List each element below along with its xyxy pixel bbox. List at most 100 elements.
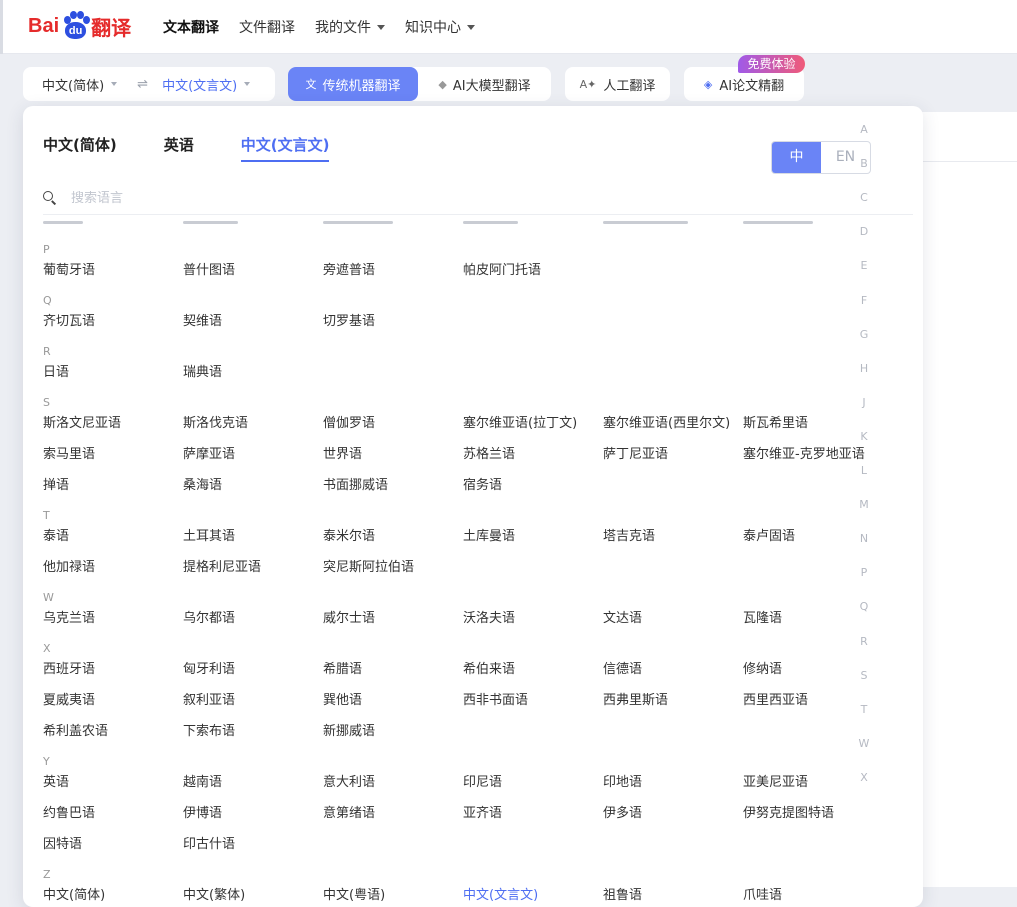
language-option[interactable]: 塞尔维亚语(拉丁文) [463,412,577,431]
language-option[interactable]: 祖鲁语 [603,884,642,903]
language-option[interactable]: 巽他语 [323,689,362,708]
human-translation-button[interactable]: A✦ 人工翻译 [565,67,670,101]
nav-item-3[interactable]: 知识中心 [405,17,475,37]
index-letter[interactable]: X [857,771,871,784]
language-option[interactable]: 西班牙语 [43,658,95,677]
swap-languages-icon[interactable]: ⇌ [137,77,148,92]
language-option[interactable]: 宿务语 [463,474,502,493]
nav-item-1[interactable]: 文件翻译 [239,17,295,37]
index-letter[interactable]: F [857,294,871,307]
recent-language-tab[interactable]: 中文(简体) [43,134,117,162]
language-option[interactable]: 突尼斯阿拉伯语 [323,556,414,575]
language-option[interactable]: 印尼语 [463,771,502,790]
language-option[interactable]: 普什图语 [183,259,235,278]
language-option[interactable]: 意大利语 [323,771,375,790]
language-option[interactable]: 亚美尼亚语 [743,771,808,790]
language-option[interactable]: 齐切瓦语 [43,310,95,329]
index-letter[interactable]: L [857,464,871,477]
language-option[interactable]: 越南语 [183,771,222,790]
language-option[interactable]: 僧伽罗语 [323,412,375,431]
recent-language-tab[interactable]: 中文(文言文) [240,134,330,162]
language-option[interactable]: 泰卢固语 [743,525,795,544]
language-option[interactable]: 泰语 [43,525,69,544]
language-option[interactable]: 萨丁尼亚语 [603,443,668,462]
index-letter[interactable]: G [857,328,871,341]
language-option[interactable]: 中文(繁体) [183,884,245,903]
language-option[interactable]: 爪哇语 [743,884,782,903]
language-option[interactable]: 印地语 [603,771,642,790]
index-letter[interactable]: T [857,703,871,716]
language-option[interactable]: 日语 [43,361,69,380]
index-letter[interactable]: W [857,737,871,750]
baidu-fanyi-logo[interactable]: Bai du 翻译 [28,8,131,44]
index-letter[interactable]: Q [857,600,871,613]
language-option[interactable]: 叙利亚语 [183,689,235,708]
language-option[interactable]: 希利盖农语 [43,720,108,739]
language-option[interactable]: 亚齐语 [463,802,502,821]
language-option[interactable]: 西弗里斯语 [603,689,668,708]
language-option[interactable]: 葡萄牙语 [43,259,95,278]
language-option[interactable]: 西里西亚语 [743,689,808,708]
language-option[interactable]: 伊博语 [183,802,222,821]
language-option[interactable]: 约鲁巴语 [43,802,95,821]
recent-language-tab[interactable]: 英语 [164,134,194,162]
language-option[interactable]: 瑞典语 [183,361,222,380]
language-option[interactable]: 英语 [43,771,69,790]
index-letter[interactable]: E [857,259,871,272]
language-option[interactable]: 中文(文言文) [463,884,538,903]
language-option[interactable]: 威尔士语 [323,607,375,626]
language-search-input[interactable] [71,190,371,206]
language-option[interactable]: 印古什语 [183,833,235,852]
language-option[interactable]: 旁遮普语 [323,259,375,278]
index-letter[interactable]: B [857,157,871,170]
language-option[interactable]: 中文(粤语) [323,884,385,903]
language-option[interactable]: 苏格兰语 [463,443,515,462]
ai-model-translation-button[interactable]: ◆ AI大模型翻译 [418,67,551,101]
index-letter[interactable]: A [857,123,871,136]
nav-item-0[interactable]: 文本翻译 [163,17,219,37]
language-option[interactable]: 夏威夷语 [43,689,95,708]
index-letter[interactable]: S [857,669,871,682]
index-letter[interactable]: D [857,225,871,238]
index-letter[interactable]: P [857,566,871,579]
index-letter[interactable]: N [857,532,871,545]
language-option[interactable]: 瓦隆语 [743,607,782,626]
language-option[interactable]: 帕皮阿门托语 [463,259,541,278]
machine-translation-button[interactable]: 文 传统机器翻译 [288,67,418,101]
source-language-select[interactable]: 中文(简体) [42,75,118,94]
language-option[interactable]: 伊努克提图特语 [743,802,834,821]
language-option[interactable]: 沃洛夫语 [463,607,515,626]
language-option[interactable]: 乌尔都语 [183,607,235,626]
language-option[interactable]: 希伯来语 [463,658,515,677]
index-letter[interactable]: K [857,430,871,443]
language-option[interactable]: 新挪威语 [323,720,375,739]
language-option[interactable]: 萨摩亚语 [183,443,235,462]
language-option[interactable]: 泰米尔语 [323,525,375,544]
language-option[interactable]: 斯洛伐克语 [183,412,248,431]
language-option[interactable]: 世界语 [323,443,362,462]
language-option[interactable]: 契维语 [183,310,222,329]
toggle-zh[interactable]: 中 [772,142,821,173]
language-option[interactable]: 掸语 [43,474,69,493]
language-option[interactable]: 信德语 [603,658,642,677]
language-option[interactable]: 索马里语 [43,443,95,462]
language-option[interactable]: 伊多语 [603,802,642,821]
language-option[interactable]: 桑海语 [183,474,222,493]
language-option[interactable]: 西非书面语 [463,689,528,708]
language-option[interactable]: 他加禄语 [43,556,95,575]
language-option[interactable]: 斯瓦希里语 [743,412,808,431]
language-option[interactable]: 修纳语 [743,658,782,677]
nav-item-2[interactable]: 我的文件 [315,17,385,37]
language-option[interactable]: 因特语 [43,833,82,852]
language-option[interactable]: 乌克兰语 [43,607,95,626]
index-letter[interactable]: C [857,191,871,204]
language-option[interactable]: 提格利尼亚语 [183,556,261,575]
language-option[interactable]: 土耳其语 [183,525,235,544]
index-letter[interactable]: J [857,396,871,409]
language-option[interactable]: 意第绪语 [323,802,375,821]
language-option[interactable]: 中文(简体) [43,884,105,903]
language-option[interactable]: 塞尔维亚-克罗地亚语 [743,443,865,462]
language-option[interactable]: 希腊语 [323,658,362,677]
language-option[interactable]: 匈牙利语 [183,658,235,677]
index-letter[interactable]: R [857,635,871,648]
